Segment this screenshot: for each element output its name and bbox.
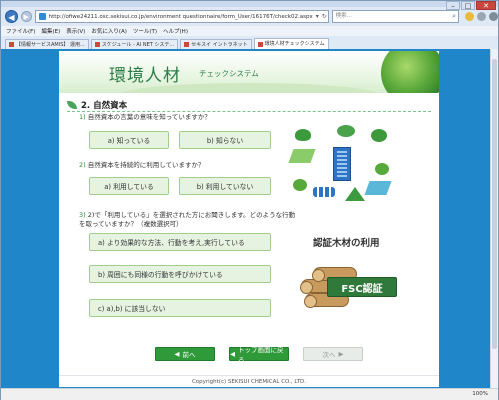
page-footer: Copyright(c) SEKISUI CHEMICAL CO., LTD. bbox=[59, 375, 439, 387]
arrow-left-icon: ◀ bbox=[230, 350, 235, 358]
tab-amis[interactable]: 【情報サービスAMIS】 運用... bbox=[5, 39, 89, 49]
menu-edit[interactable]: 編集(E) bbox=[41, 27, 60, 35]
question-number: 2) bbox=[79, 161, 86, 169]
section-heading: 2. 自然資本 bbox=[67, 99, 127, 111]
q3-option-a[interactable]: a) より効果的な方法、行動を考え,実行している bbox=[89, 233, 271, 251]
section-divider bbox=[67, 111, 431, 112]
back-page-button[interactable]: ◀ 前へ bbox=[155, 347, 215, 361]
menu-bar: ファイル(F) 編集(E) 表示(V) お気に入り(A) ツール(T) ヘルプ(… bbox=[1, 26, 498, 36]
tree-icon bbox=[375, 163, 389, 175]
back-button[interactable]: ◀ bbox=[5, 10, 18, 23]
globe-image bbox=[381, 51, 439, 93]
cert-wood-title: 認証木材の利用 bbox=[313, 238, 380, 249]
browser-window: – □ ✕ ◀ ▶ http://ofiwe24211.osc.sekisui.… bbox=[0, 0, 499, 400]
arrow-right-icon: ▶ bbox=[338, 350, 344, 358]
tab-favicon bbox=[257, 41, 263, 47]
leaf-icon bbox=[67, 101, 77, 109]
toolbar-icons bbox=[465, 12, 498, 21]
tab-label: スケジュール - AI NET システ... bbox=[101, 41, 175, 48]
water-field-icon bbox=[364, 181, 392, 195]
tab-favicon bbox=[94, 42, 100, 47]
arrow-left-icon: ◀ bbox=[174, 350, 180, 358]
page-content: 環境人材 チェックシステム 2. 自然資本 1) 自然資本の言葉の意味を知ってい… bbox=[59, 51, 439, 387]
menu-favorites[interactable]: お気に入り(A) bbox=[91, 27, 127, 35]
tab-label: 【情報サービスAMIS】 運用... bbox=[16, 41, 85, 48]
next-page-label: 次へ bbox=[322, 351, 336, 359]
question-1: 1) 自然資本の言葉の意味を知っていますか？ bbox=[79, 113, 279, 122]
menu-view[interactable]: 表示(V) bbox=[66, 27, 85, 35]
forward-button[interactable]: ▶ bbox=[20, 11, 32, 22]
tree-icon bbox=[337, 125, 355, 137]
gear-icon[interactable] bbox=[489, 12, 498, 21]
question-text: 自然資本の言葉の意味を知っていますか？ bbox=[87, 113, 211, 121]
back-page-label: 前へ bbox=[182, 351, 196, 359]
tree-icon bbox=[293, 179, 307, 191]
fsc-badge: FSC認証 bbox=[327, 277, 397, 297]
tab-schedule[interactable]: スケジュール - AI NET システ... bbox=[90, 39, 179, 49]
menu-file[interactable]: ファイル(F) bbox=[6, 27, 35, 35]
address-row: ◀ ▶ http://ofiwe24211.osc.sekisui.co.jp/… bbox=[1, 8, 498, 25]
zoom-level[interactable]: 100% bbox=[472, 391, 488, 397]
favorites-star-icon[interactable] bbox=[477, 12, 486, 21]
natural-capital-illustration bbox=[287, 123, 399, 205]
search-dropdown-icon[interactable]: ▾ bbox=[316, 13, 319, 20]
home-icon[interactable] bbox=[465, 12, 474, 21]
tab-intranet[interactable]: セキスイ イントラネット bbox=[180, 39, 252, 49]
page-navigation: ◀ 前へ ◀ トップ画面に戻る 次へ ▶ bbox=[155, 346, 363, 364]
menu-help[interactable]: ヘルプ(H) bbox=[163, 27, 188, 35]
tab-bar: 【情報サービスAMIS】 運用... スケジュール - AI NET システ..… bbox=[1, 36, 498, 49]
field-icon bbox=[288, 149, 316, 163]
logs-image: FSC認証 bbox=[299, 263, 409, 315]
tab-label: 環境人材チェックシステム bbox=[264, 41, 325, 47]
refresh-icon[interactable]: ↻ bbox=[322, 13, 327, 20]
tree-icon bbox=[371, 129, 387, 142]
status-bar: 100% bbox=[1, 388, 498, 400]
search-placeholder: 検索... bbox=[335, 13, 352, 19]
address-bar[interactable]: http://ofiwe24211.osc.sekisui.co.jp/envi… bbox=[34, 10, 329, 23]
q2-option-a[interactable]: a) 利用している bbox=[89, 177, 169, 195]
page-viewport: 環境人材 チェックシステム 2. 自然資本 1) 自然資本の言葉の意味を知ってい… bbox=[1, 49, 498, 388]
page-icon bbox=[38, 13, 46, 20]
tab-label: セキスイ イントラネット bbox=[191, 41, 248, 48]
section-title: 2. 自然資本 bbox=[81, 101, 128, 111]
building-icon bbox=[333, 147, 351, 181]
top-page-label: トップ画面に戻る bbox=[238, 346, 284, 364]
site-subtitle: チェックシステム bbox=[199, 69, 259, 78]
q3-option-b[interactable]: b) 周囲にも同様の行動を呼びかけている bbox=[89, 265, 271, 283]
header-banner: 環境人材 チェックシステム bbox=[59, 51, 439, 93]
tab-favicon bbox=[9, 42, 14, 47]
q3-option-c[interactable]: c) a),b) に該当しない bbox=[89, 299, 271, 317]
scrollbar-thumb[interactable] bbox=[492, 59, 497, 349]
tab-favicon bbox=[184, 42, 190, 47]
menu-tools[interactable]: ツール(T) bbox=[133, 27, 157, 35]
question-text: 2)で「利用している」を選択された方にお聞きします。どのような行動を取っています… bbox=[79, 211, 296, 228]
site-title: 環境人材 bbox=[109, 66, 181, 86]
title-bar bbox=[1, 1, 498, 7]
search-icon[interactable]: ⌕ bbox=[452, 11, 456, 22]
question-number: 3) bbox=[79, 211, 86, 219]
question-number: 1) bbox=[79, 113, 86, 121]
question-text: 自然資本を持続的に利用していますか？ bbox=[87, 161, 205, 169]
question-2: 2) 自然資本を持続的に利用していますか？ bbox=[79, 161, 279, 170]
address-text: http://ofiwe24211.osc.sekisui.co.jp/envi… bbox=[48, 13, 313, 20]
q2-option-b[interactable]: b) 利用していない bbox=[179, 177, 271, 195]
q1-option-b[interactable]: b) 知らない bbox=[179, 131, 271, 149]
mountain-icon bbox=[345, 187, 365, 201]
q1-option-a[interactable]: a) 知っている bbox=[89, 131, 169, 149]
top-page-button[interactable]: ◀ トップ画面に戻る bbox=[229, 346, 289, 364]
tree-icon bbox=[295, 129, 311, 141]
question-3: 3) 2)で「利用している」を選択された方にお聞きします。どのような行動を取って… bbox=[79, 211, 301, 229]
vertical-scrollbar[interactable] bbox=[490, 49, 498, 388]
tab-env-check[interactable]: 環境人材チェックシステム bbox=[253, 38, 329, 49]
search-input[interactable]: 検索... ⌕ bbox=[331, 10, 459, 23]
next-page-button[interactable]: 次へ ▶ bbox=[303, 347, 363, 361]
address-tools: ▾ ↻ ✕ bbox=[316, 13, 328, 20]
fish-icon bbox=[313, 187, 335, 197]
